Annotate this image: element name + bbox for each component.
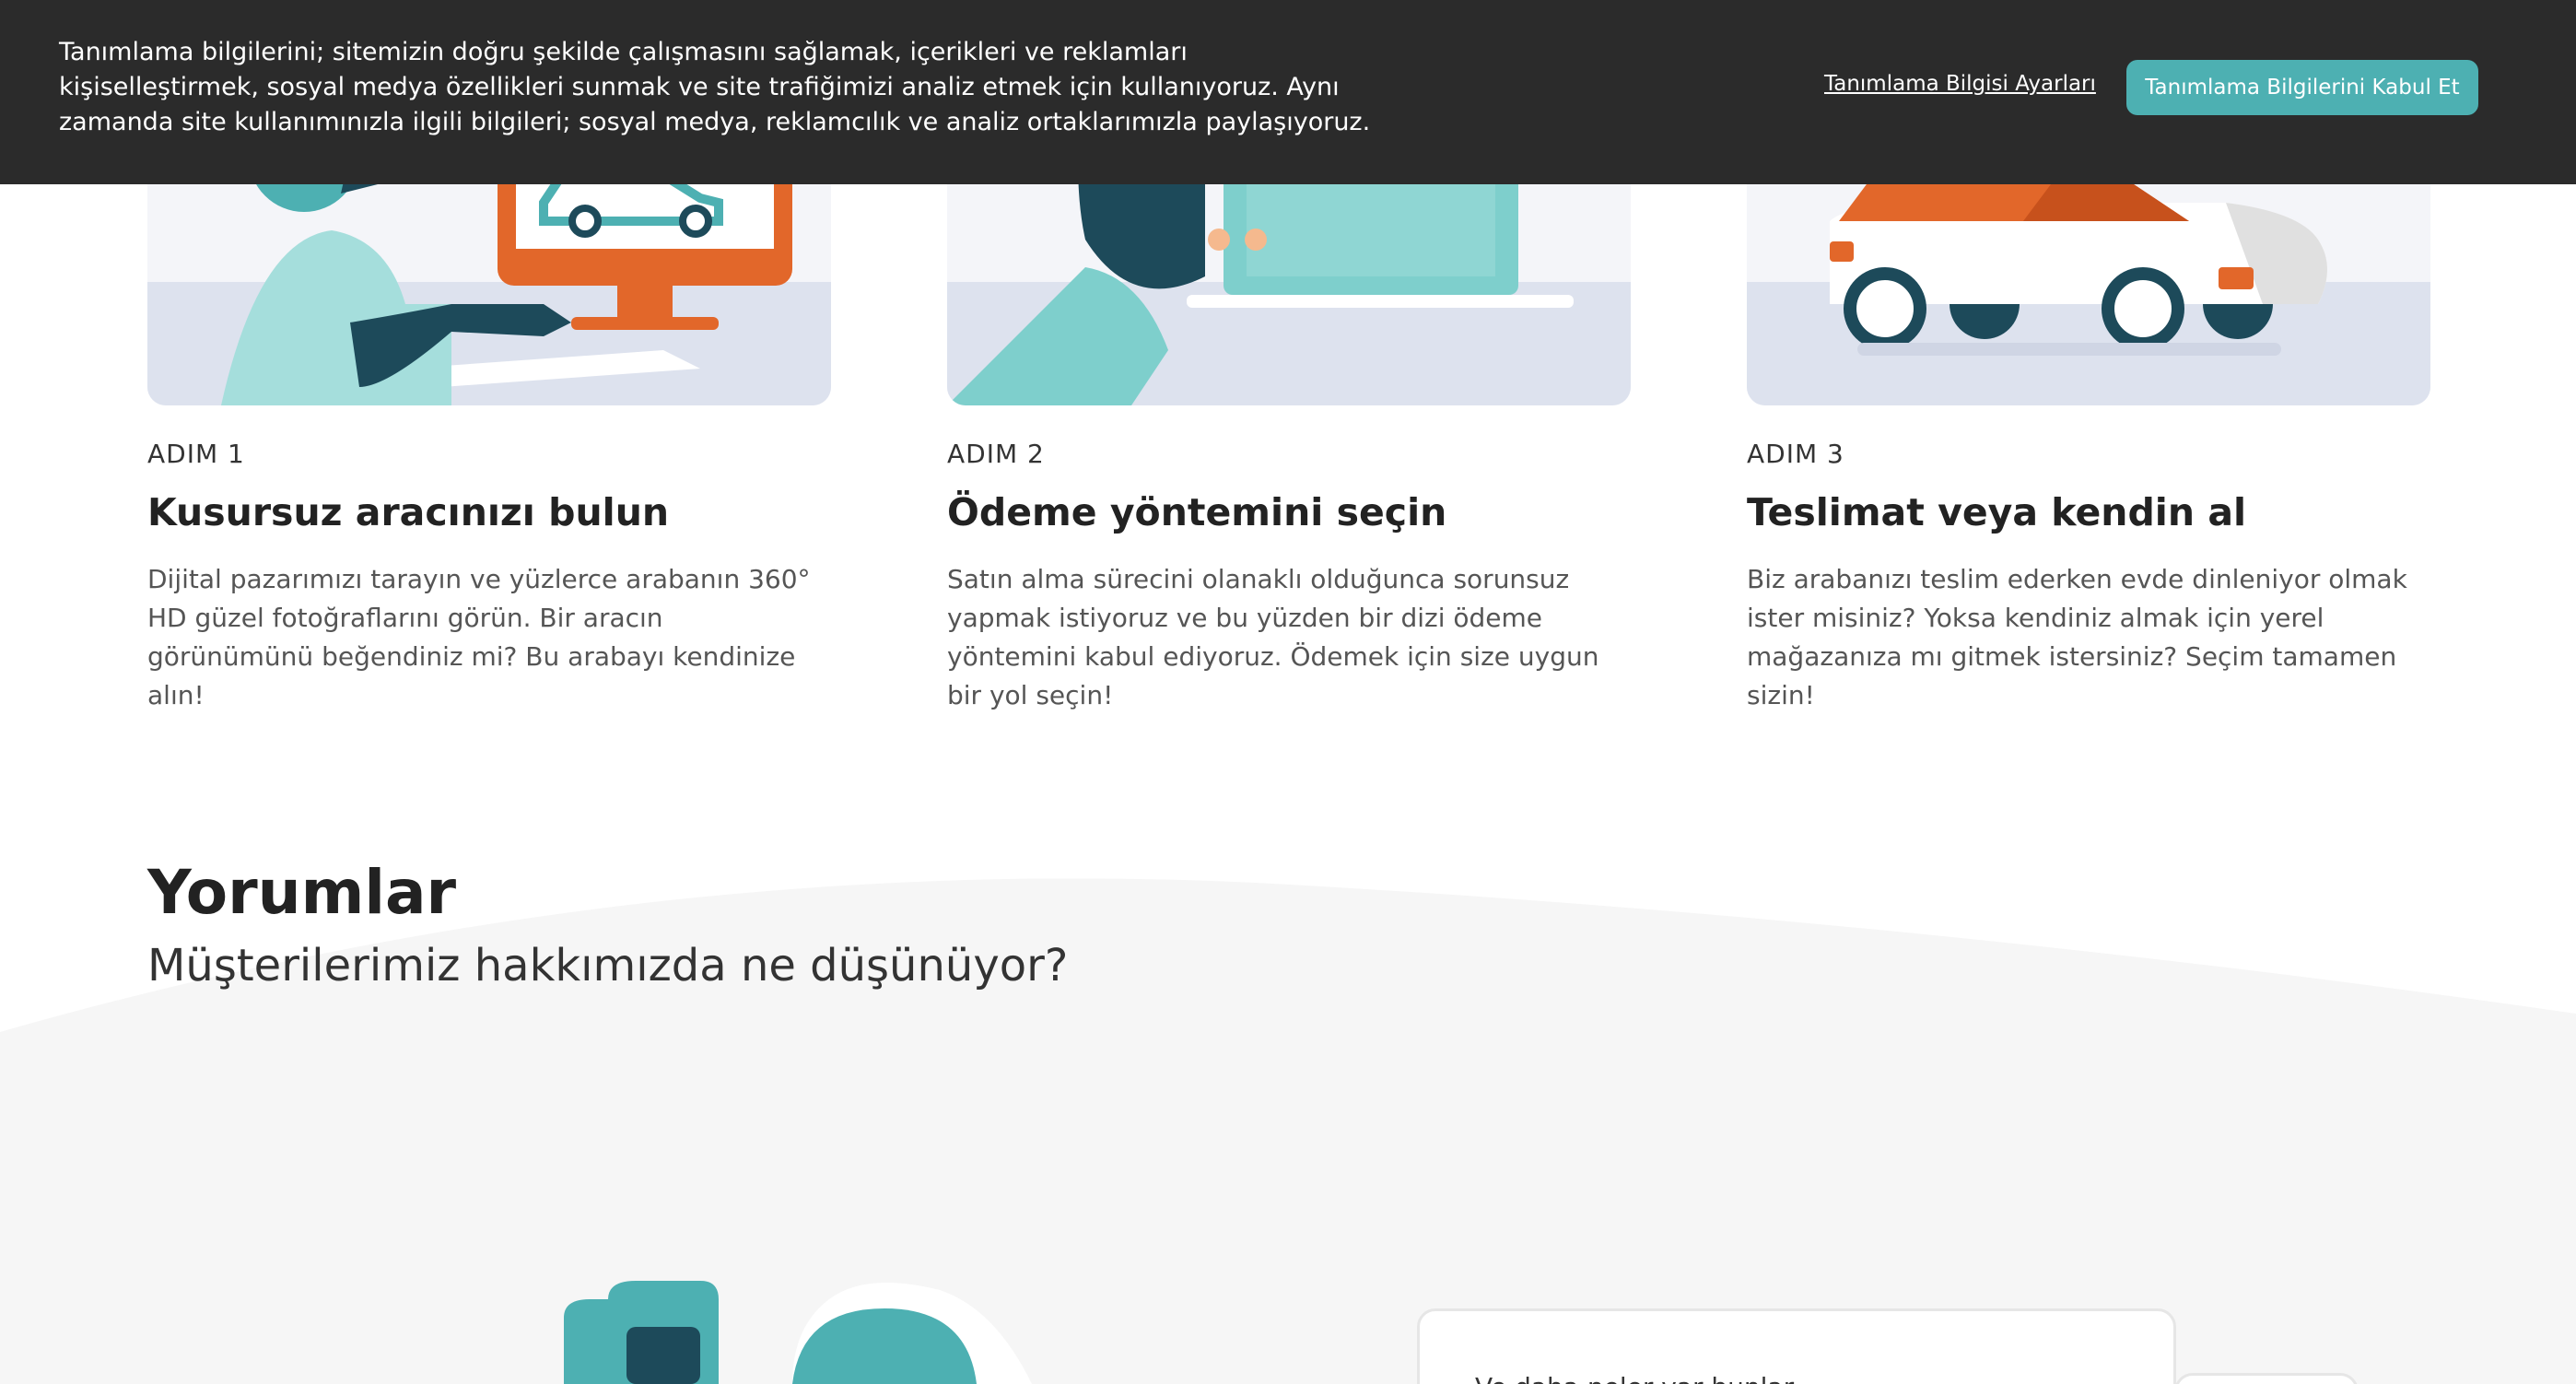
- step-description: Dijital pazarımızı tarayın ve yüzlerce a…: [147, 564, 811, 710]
- step-label: ADIM 1: [147, 439, 245, 469]
- cookie-settings-link[interactable]: Tanımlama Bilgisi Ayarları: [1824, 72, 2096, 96]
- cookie-text: Tanımlama bilgilerini; sitemizin doğru ş…: [59, 38, 1371, 136]
- review-card-next: [2174, 1373, 2359, 1384]
- reviews-subtitle: Müşterilerimiz hakkımızda ne düşünüyor?: [147, 940, 1069, 991]
- reviews-illustration: [564, 1281, 1032, 1384]
- review-card-text: Ve daha neler var bunlar...: [1475, 1372, 1816, 1384]
- step-title: Kusursuz aracınızı bulun: [147, 490, 670, 534]
- cookie-consent-bar: Tanımlama bilgilerini; sitemizin doğru ş…: [0, 0, 2576, 184]
- step-label: ADIM 2: [947, 439, 1045, 469]
- step-label: ADIM 3: [1747, 439, 1844, 469]
- step-description: Biz arabanızı teslim ederken evde dinlen…: [1747, 564, 2407, 710]
- reviews-title: Yorumlar: [147, 857, 457, 928]
- step-description: Satın alma sürecini olanaklı olduğunca s…: [947, 564, 1599, 710]
- review-card: Ve daha neler var bunlar...: [1417, 1308, 2176, 1384]
- step-title: Ödeme yöntemini seçin: [947, 490, 1447, 534]
- step-title: Teslimat veya kendin al: [1747, 490, 2247, 534]
- accept-cookies-button[interactable]: Tanımlama Bilgilerini Kabul Et: [2126, 60, 2478, 115]
